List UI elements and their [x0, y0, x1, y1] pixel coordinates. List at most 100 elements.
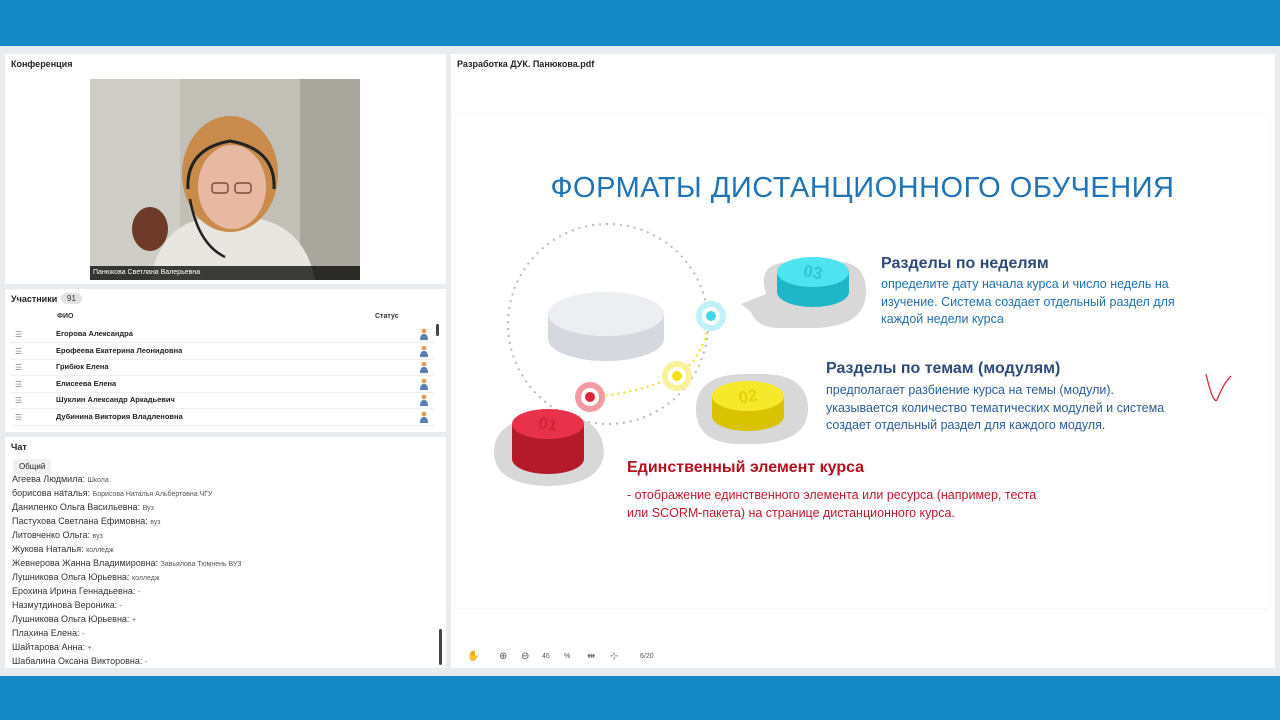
section-03-line: изучение. Система создает отдельный разд…	[881, 294, 1175, 309]
section-01-line: - отображение единственного элемента или…	[627, 488, 1037, 502]
zoom-in-icon[interactable]: ⊕	[499, 651, 507, 662]
participant-name: Елисеева Елена	[56, 378, 117, 388]
section-01-body: - отображение единственного элемента или…	[627, 487, 1036, 522]
participant-row[interactable]: ☰ Дубинина Виктория Владленовна	[11, 409, 435, 426]
disc-02: 02	[712, 381, 784, 431]
user-status-icon	[420, 361, 428, 374]
conference-title: Конференция	[11, 59, 73, 69]
menu-icon[interactable]: ☰	[15, 363, 22, 372]
document-panel: Разработка ДУК. Панюкова.pdf ФОРМАТЫ ДИС…	[451, 54, 1275, 668]
chat-message: Лушникова Ольга Юрьевна: колледж	[12, 572, 160, 582]
section-02-body: предполагает разбиение курса на темы (мо…	[826, 382, 1164, 435]
hand-tool-icon[interactable]: ✋	[467, 651, 479, 662]
participant-row[interactable]: ☰ Шуклин Александр Аркадьевич	[11, 392, 435, 410]
fit-page-icon[interactable]: ⊹	[610, 651, 618, 662]
chat-author: Жевнерова Жанна Владимировна:	[12, 558, 159, 568]
section-03-line: каждой недели курса	[881, 312, 1004, 326]
column-header-name[interactable]: ФИО	[57, 313, 73, 320]
participants-count-badge: 91	[61, 293, 82, 304]
document-toolbar: ✋ ⊕ ⊖ 46 % ⇹ ⊹ 6/20	[451, 648, 1275, 668]
participant-row[interactable]: ☰ Егорова Александра	[11, 326, 435, 343]
chat-author: Литовченко Ольга:	[12, 530, 90, 540]
section-02-heading: Разделы по темам (модулям)	[826, 360, 1061, 377]
section-03-body: определите дату начала курса и число нед…	[881, 276, 1175, 329]
chat-text: -	[81, 631, 85, 638]
chat-message: Литовченко Ольга: вуз	[12, 530, 103, 540]
chat-author: Агеева Людмила:	[12, 474, 85, 484]
section-02-line: указывается количество тематических моду…	[826, 400, 1165, 415]
section-03-line: определите дату начала курса и число нед…	[881, 277, 1169, 291]
participant-row[interactable]: ☰ Елисеева Елена	[11, 376, 435, 393]
menu-icon[interactable]: ☰	[15, 380, 22, 389]
chat-author: Пастухова Светлана Ефимовна:	[12, 516, 148, 526]
participant-row[interactable]: ☰ Грибюк Елена	[11, 359, 435, 377]
chat-author: Ерохина Ирина Геннадьевна:	[12, 586, 136, 596]
chat-message: Даниленко Ольга Васильевна: Вуз	[12, 502, 154, 512]
document-title: Разработка ДУК. Панюкова.pdf	[457, 59, 595, 69]
fit-width-icon[interactable]: ⇹	[587, 651, 595, 662]
chat-message: Жевнерова Жанна Владимировна: Завьялова …	[12, 558, 242, 568]
column-header-status[interactable]: Статус	[375, 313, 399, 320]
chat-text: -	[119, 603, 123, 610]
chat-text: -	[144, 659, 148, 666]
menu-icon[interactable]: ☰	[15, 347, 22, 356]
participant-name: Ерофеева Екатерина Леонидовна	[56, 345, 183, 355]
presenter-video-image	[90, 79, 360, 280]
chat-message: Плахина Елена: -	[12, 628, 84, 638]
chat-text: вуз	[92, 533, 103, 540]
chat-tab-general[interactable]: Общий	[13, 459, 52, 474]
chat-author: Плахина Елена:	[12, 628, 80, 638]
participant-name: Грибюк Елена	[56, 362, 109, 372]
disc-01: 01	[512, 409, 584, 474]
chat-text: колледж	[131, 575, 160, 582]
menu-icon[interactable]: ☰	[15, 330, 22, 339]
bottom-bar	[0, 676, 1280, 720]
video-caption: Панюкова Светлана Валерьевна	[90, 266, 360, 280]
participants-panel: Участники 91 ФИО Статус ☰ Егорова Алексан…	[5, 289, 446, 432]
participants-scrollbar[interactable]	[436, 324, 439, 336]
user-status-icon	[420, 394, 428, 407]
chat-author: борисова наталья:	[12, 488, 91, 498]
disc-number-02: 02	[737, 385, 759, 407]
ring-03	[696, 301, 726, 331]
ring-02	[662, 361, 692, 391]
checkmark-annotation	[1205, 373, 1232, 402]
chat-message: Жукова Наталья: колледж	[12, 544, 114, 554]
top-bar	[0, 0, 1280, 46]
zoom-out-icon[interactable]: ⊖	[521, 651, 529, 662]
chat-text: Завьялова Тюмнень ВУЗ	[160, 561, 242, 568]
zoom-value[interactable]: 46	[542, 653, 550, 660]
user-status-icon	[420, 378, 428, 390]
chat-author: Назмутдинова Вероника:	[12, 600, 118, 610]
chat-text: +	[131, 617, 137, 624]
chat-message: Ерохина Ирина Геннадьевна: -	[12, 586, 140, 596]
section-01-heading: Единственный элемент курса	[627, 459, 865, 476]
page-indicator: 6/20	[640, 653, 654, 660]
user-status-icon	[420, 345, 428, 357]
chat-text: Школа	[87, 477, 109, 484]
menu-icon[interactable]: ☰	[15, 413, 22, 422]
chat-author: Лушникова Ольга Юрьевна:	[12, 614, 130, 624]
chat-author: Жукова Наталья:	[12, 544, 84, 554]
chat-message: борисова наталья: Борисова Наталья Альбе…	[12, 488, 212, 498]
chat-message: Назмутдинова Вероника: -	[12, 600, 122, 610]
participant-name: Егорова Александра	[56, 329, 133, 338]
chat-message: Шайтарова Анна: +	[12, 642, 92, 652]
chat-scrollbar[interactable]	[439, 629, 442, 665]
disc-number-03: 03	[802, 261, 824, 283]
chat-text: колледж	[86, 547, 114, 554]
conference-panel: Конференция Панюкова Светлана Валерьевна	[5, 54, 446, 284]
chat-author: Лушникова Ольга Юрьевна:	[12, 572, 130, 582]
chat-text: вуз	[150, 519, 161, 526]
menu-icon[interactable]: ☰	[15, 396, 22, 405]
chat-title: Чат	[11, 442, 27, 452]
section-02-line: создает отдельный раздел для каждого мод…	[826, 418, 1106, 432]
ring-01	[575, 382, 605, 412]
chat-panel: Чат Общий Агеева Людмила: Школа борисова …	[5, 437, 446, 668]
participant-row[interactable]: ☰ Ерофеева Екатерина Леонидовна	[11, 343, 435, 360]
disc-number-01: 01	[537, 413, 559, 435]
user-status-icon	[420, 411, 428, 423]
video-feed[interactable]: Панюкова Светлана Валерьевна	[90, 79, 360, 280]
participant-name: Дубинина Виктория Владленовна	[56, 412, 183, 421]
section-03-heading: Разделы по неделям	[881, 255, 1049, 272]
